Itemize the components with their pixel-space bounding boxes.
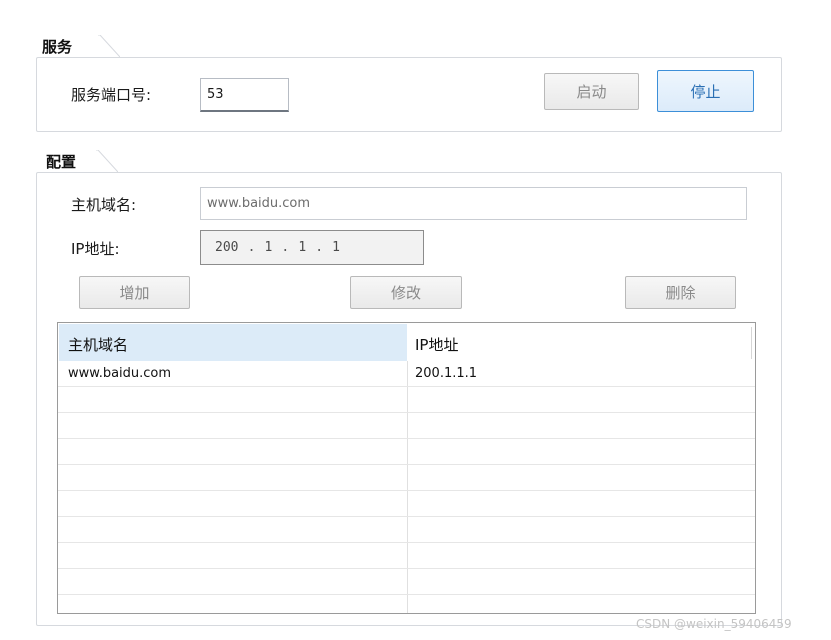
ip-label: IP地址: bbox=[71, 240, 120, 258]
table-row-empty[interactable] bbox=[58, 543, 755, 569]
add-button[interactable]: 增加 bbox=[79, 276, 190, 309]
service-group-title: 服务 bbox=[40, 36, 83, 57]
ip-separator-1: . bbox=[247, 240, 256, 255]
stop-button[interactable]: 停止 bbox=[657, 70, 754, 112]
ip-address-input[interactable]: 200 . 1 . 1 . 1 bbox=[200, 230, 424, 265]
delete-button[interactable]: 删除 bbox=[625, 276, 736, 309]
ip-octet-4[interactable]: 1 bbox=[332, 240, 340, 255]
table-header-ip[interactable]: IP地址 bbox=[415, 334, 458, 355]
port-input-value: 53 bbox=[207, 87, 224, 102]
watermark: CSDN @weixin_59406459 bbox=[636, 617, 792, 631]
config-tab-notch bbox=[96, 150, 118, 173]
ip-separator-3: . bbox=[315, 240, 324, 255]
table-header-scroll-divider bbox=[751, 327, 752, 359]
ip-separator-2: . bbox=[281, 240, 290, 255]
ip-octet-1[interactable]: 200 bbox=[215, 240, 238, 255]
table-row-empty[interactable] bbox=[58, 439, 755, 465]
edit-button[interactable]: 修改 bbox=[350, 276, 462, 309]
host-label: 主机域名: bbox=[71, 196, 137, 214]
host-input[interactable]: www.baidu.com bbox=[200, 187, 747, 220]
table-cell-ip: 200.1.1.1 bbox=[415, 366, 478, 381]
table-row-empty[interactable] bbox=[58, 569, 755, 595]
table-row-empty[interactable] bbox=[58, 517, 755, 543]
table-row[interactable]: www.baidu.com 200.1.1.1 bbox=[58, 361, 755, 387]
table-cell-host: www.baidu.com bbox=[68, 366, 172, 381]
host-ip-table[interactable]: 主机域名 IP地址 www.baidu.com 200.1.1.1 bbox=[57, 322, 756, 614]
port-input[interactable]: 53 bbox=[200, 78, 289, 112]
table-row-empty[interactable] bbox=[58, 413, 755, 439]
table-header-host[interactable]: 主机域名 bbox=[68, 334, 128, 355]
service-tab-notch bbox=[98, 35, 120, 58]
table-row-empty[interactable] bbox=[58, 491, 755, 517]
host-input-value: www.baidu.com bbox=[207, 196, 311, 211]
ip-octet-3[interactable]: 1 bbox=[298, 240, 306, 255]
table-row-empty[interactable] bbox=[58, 465, 755, 491]
ip-octet-2[interactable]: 1 bbox=[264, 240, 272, 255]
table-row-empty[interactable] bbox=[58, 387, 755, 413]
start-button[interactable]: 启动 bbox=[544, 73, 639, 110]
port-label: 服务端口号: bbox=[71, 86, 152, 104]
config-group-title: 配置 bbox=[44, 151, 87, 172]
